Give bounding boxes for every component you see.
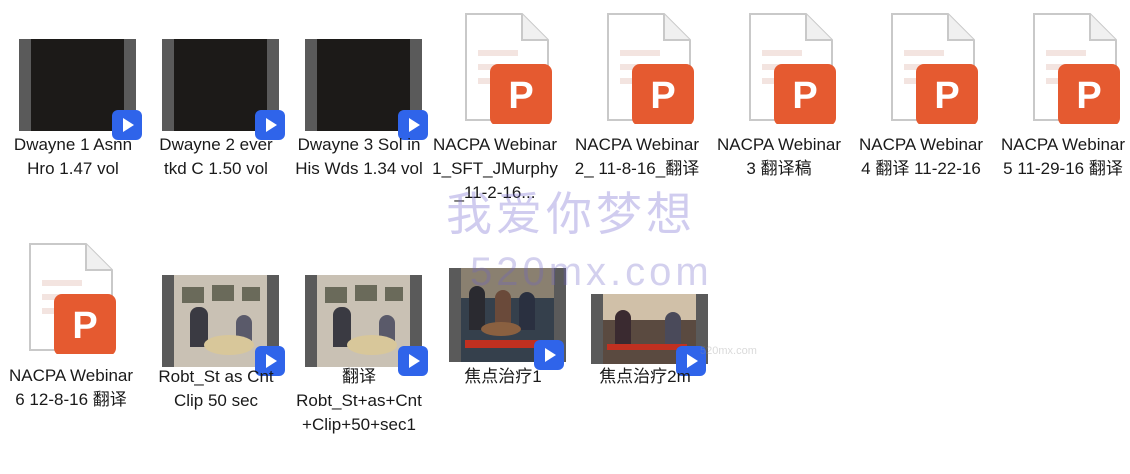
svg-text:P: P — [1076, 75, 1101, 117]
svg-text:P: P — [650, 75, 675, 117]
powerpoint-file-icon: P — [749, 13, 836, 124]
file-label: 焦点治疗1 — [464, 367, 542, 386]
video-thumbnail — [294, 36, 428, 140]
file-label: NACPA Webinar 1_SFT_JMurphy_11-2-16... — [432, 135, 558, 202]
video-thumbnail — [151, 272, 285, 376]
powerpoint-file-icon: P — [465, 13, 552, 124]
svg-text:P: P — [508, 75, 533, 117]
svg-text:P: P — [934, 75, 959, 117]
powerpoint-file-icon: P — [1033, 13, 1120, 124]
file-label: NACPA Webinar 4 翻译 11-22-16 — [858, 135, 984, 178]
powerpoint-file-icon: P — [607, 13, 694, 124]
svg-text:P: P — [792, 75, 817, 117]
powerpoint-file-icon: P — [29, 243, 116, 354]
file-label: 翻译Robt_St+as+Cnt+Clip+50+sec1 — [296, 367, 422, 434]
file-label: NACPA Webinar 5 11-29-16 翻译 — [1000, 135, 1126, 178]
file-label: 焦点治疗2m — [599, 367, 691, 386]
video-thumbnail — [580, 290, 710, 376]
file-label: NACPA Webinar 6 12-8-16 翻译 — [8, 366, 134, 409]
file-label: Dwayne 3 Sol in His Wds 1.34 vol — [295, 135, 423, 178]
video-thumbnail — [151, 36, 285, 140]
file-label: Dwayne 2 ever tkd C 1.50 vol — [159, 135, 273, 178]
watermark-small: 520mx.com — [700, 345, 757, 357]
file-label: NACPA Webinar 2_ 11-8-16_翻译 — [574, 135, 700, 178]
file-label: NACPA Webinar 3 翻译稿 — [716, 135, 842, 178]
video-thumbnail — [438, 266, 568, 370]
svg-text:P: P — [72, 305, 97, 347]
powerpoint-file-icon: P — [891, 13, 978, 124]
video-thumbnail — [8, 36, 142, 140]
video-thumbnail — [294, 272, 428, 376]
file-label: Robt_St as Cnt Clip 50 sec — [158, 367, 274, 410]
file-label: Dwayne 1 Asnn Hro 1.47 vol — [13, 135, 133, 178]
